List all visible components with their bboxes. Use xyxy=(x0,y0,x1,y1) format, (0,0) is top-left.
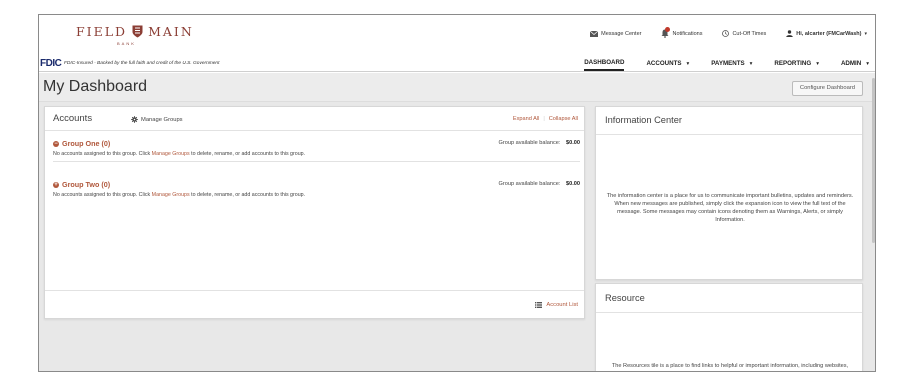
fdic-disclaimer: FDIC-Insured - Backed by the full faith … xyxy=(64,61,220,66)
message-center-link[interactable]: Message Center xyxy=(590,30,642,37)
dashboard-titlebar: My Dashboard Configure Dashboard xyxy=(39,73,875,102)
divider xyxy=(596,312,862,313)
fdic-logo: FDIC xyxy=(40,58,62,69)
logo-word-left: FIELD xyxy=(76,24,128,39)
account-list-link[interactable]: Account List xyxy=(535,302,578,308)
manage-groups-link[interactable]: Manage Groups xyxy=(152,192,190,198)
info-center-title: Information Center xyxy=(605,115,682,125)
accounts-header: Accounts Manage Groups Expand All | Coll… xyxy=(45,107,584,131)
note-text: No accounts assigned to this group. Clic… xyxy=(53,151,151,157)
accounts-panel: Accounts Manage Groups Expand All | Coll… xyxy=(44,106,585,319)
nav-admin[interactable]: ADMIN ▾ xyxy=(841,59,869,71)
dashboard-content: Accounts Manage Groups Expand All | Coll… xyxy=(39,102,875,371)
logo-word-right: MAIN xyxy=(148,24,194,39)
chevron-down-icon: ▾ xyxy=(816,60,819,67)
shield-icon xyxy=(132,25,143,38)
fdic-bar: FDIC FDIC-Insured - Backed by the full f… xyxy=(39,55,875,72)
logo-subtitle: BANK xyxy=(117,41,136,46)
manage-groups-label: Manage Groups xyxy=(141,116,183,123)
manage-groups-link[interactable]: Manage Groups xyxy=(152,151,190,157)
accounts-title: Accounts xyxy=(53,113,93,124)
balance-label: Group available balance: xyxy=(498,181,561,187)
expand-collapse-controls: Expand All | Collapse All xyxy=(513,116,578,122)
balance-label: Group available balance: xyxy=(498,140,561,146)
chevron-down-icon: ▾ xyxy=(749,60,753,67)
chevron-down-icon: ▾ xyxy=(864,30,867,37)
balance-value: $0.00 xyxy=(566,181,580,187)
chevron-down-icon: ▾ xyxy=(686,60,690,67)
resource-text: The Resources tile is a place to find li… xyxy=(611,363,849,369)
user-icon xyxy=(786,30,793,37)
top-header: FIELD MAIN BANK Message Center Notificat… xyxy=(39,15,875,55)
balance-value: $0.00 xyxy=(566,140,580,146)
manage-groups-button[interactable]: Manage Groups xyxy=(131,116,183,123)
envelope-icon xyxy=(590,30,599,37)
utility-nav: Message Center Notifications Cut-Off Tim… xyxy=(570,27,867,38)
list-icon xyxy=(535,302,543,308)
collapse-all-link[interactable]: Collapse All xyxy=(549,116,578,122)
expand-icon: + xyxy=(53,181,59,188)
cutoff-times-link[interactable]: Cut-Off Times xyxy=(722,30,766,37)
group-name: Group One (0) xyxy=(62,139,111,148)
nav-payments-label: PAYMENTS xyxy=(711,60,745,67)
note-text: to delete, rename, or add accounts to th… xyxy=(191,192,306,198)
main-nav: DASHBOARD ACCOUNTS ▾ PAYMENTS ▾ REPORTIN… xyxy=(562,59,869,71)
group-toggle[interactable]: + Group Two (0) xyxy=(53,180,110,189)
chevron-down-icon: ▾ xyxy=(866,60,869,67)
information-center-panel: Information Center The information cente… xyxy=(595,106,863,280)
clock-icon xyxy=(722,30,730,37)
account-group: − Group One (0) Group available balance:… xyxy=(53,139,580,162)
group-toggle[interactable]: − Group One (0) xyxy=(53,139,110,148)
divider: | xyxy=(543,116,545,122)
app-window: FIELD MAIN BANK Message Center Notificat… xyxy=(38,14,876,372)
account-group: + Group Two (0) Group available balance:… xyxy=(53,180,580,202)
group-header[interactable]: + Group Two (0) Group available balance:… xyxy=(53,180,580,190)
notifications-label: Notifications xyxy=(672,30,703,37)
nav-admin-label: ADMIN xyxy=(840,60,862,67)
message-center-label: Message Center xyxy=(601,30,642,37)
bank-logo[interactable]: FIELD MAIN xyxy=(76,24,194,39)
accounts-footer: Account List xyxy=(45,290,584,318)
group-balance: Group available balance: $0.00 xyxy=(499,140,580,146)
group-empty-note: No accounts assigned to this group. Clic… xyxy=(53,151,580,162)
nav-dashboard[interactable]: DASHBOARD xyxy=(584,59,625,71)
notifications-link[interactable]: Notifications xyxy=(661,27,703,38)
nav-accounts-label: ACCOUNTS xyxy=(646,60,682,67)
nav-payments[interactable]: PAYMENTS ▾ xyxy=(711,59,752,71)
scrollbar[interactable] xyxy=(872,78,875,243)
group-empty-note: No accounts assigned to this group. Clic… xyxy=(53,192,580,202)
nav-accounts[interactable]: ACCOUNTS ▾ xyxy=(646,59,689,71)
gear-icon xyxy=(131,116,138,123)
account-list-label: Account List xyxy=(546,302,578,308)
user-greeting: Hi, alcarter (FMCarWash) xyxy=(796,30,862,37)
note-text: to delete, rename, or add accounts to th… xyxy=(191,151,306,157)
note-text: No accounts assigned to this group. Clic… xyxy=(53,192,151,198)
info-center-text: The information center is a place for us… xyxy=(606,193,854,223)
resource-panel: Resource The Resources tile is a place t… xyxy=(595,283,863,371)
expand-all-link[interactable]: Expand All xyxy=(513,116,539,122)
divider xyxy=(596,134,862,135)
group-balance: Group available balance: $0.00 xyxy=(499,181,580,187)
user-menu[interactable]: Hi, alcarter (FMCarWash) ▾ xyxy=(786,30,867,37)
nav-reporting[interactable]: REPORTING ▾ xyxy=(774,59,819,71)
resource-title: Resource xyxy=(605,293,645,303)
nav-reporting-label: REPORTING xyxy=(774,60,812,67)
notification-badge xyxy=(665,27,671,32)
nav-dashboard-label: DASHBOARD xyxy=(584,59,625,66)
group-name: Group Two (0) xyxy=(62,180,111,189)
group-header[interactable]: − Group One (0) Group available balance:… xyxy=(53,139,580,149)
configure-dashboard-button[interactable]: Configure Dashboard xyxy=(791,81,863,96)
cutoff-times-label: Cut-Off Times xyxy=(732,30,767,37)
collapse-icon: − xyxy=(53,140,59,147)
page-title: My Dashboard xyxy=(43,78,148,95)
